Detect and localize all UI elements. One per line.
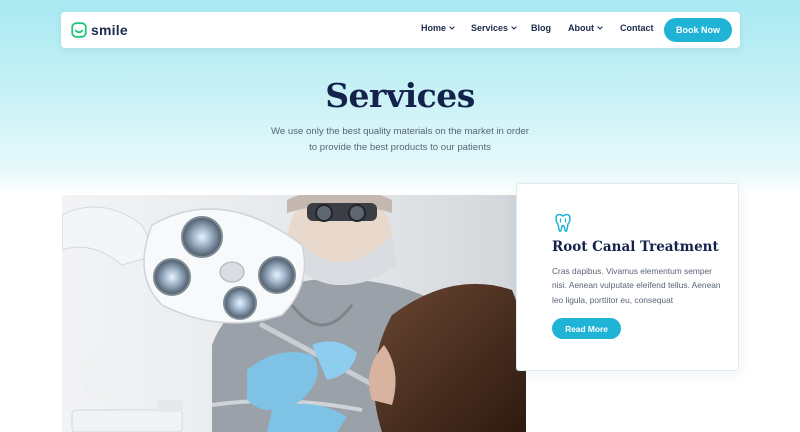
page-title: Services — [325, 76, 475, 115]
nav-label-contact: Contact — [620, 23, 654, 33]
chevron-down-icon — [511, 26, 517, 30]
chevron-down-icon — [597, 26, 603, 30]
nav-item-services[interactable]: Services — [471, 23, 517, 33]
service-description: Cras dapibus. Vivamus elementum semper n… — [552, 266, 721, 305]
subtitle-line-1: We use only the best quality materials o… — [271, 126, 529, 137]
page-subtitle: We use only the best quality materials o… — [250, 124, 550, 156]
read-more-button[interactable]: Read More — [552, 318, 621, 339]
service-title: Root Canal Treatment — [552, 239, 719, 255]
nav-item-contact[interactable]: Contact — [620, 23, 654, 33]
service-card: Root Canal Treatment Cras dapibus. Vivam… — [516, 183, 739, 371]
subtitle-line-2: to provide the best products to our pati… — [309, 142, 491, 153]
brand-logo[interactable]: smile — [71, 21, 128, 39]
smile-icon — [71, 22, 87, 38]
nav-item-blog[interactable]: Blog — [531, 23, 551, 33]
nav-label-blog: Blog — [531, 23, 551, 33]
navbar: smile Home Services Blog About Contact B… — [61, 12, 740, 48]
tooth-icon — [555, 213, 571, 232]
chevron-down-icon — [449, 26, 455, 30]
nav-label-services: Services — [471, 23, 509, 33]
nav-label-home: Home — [421, 23, 447, 33]
nav-item-about[interactable]: About — [568, 23, 603, 33]
nav-label-about: About — [568, 23, 594, 33]
dental-procedure-photo — [62, 195, 526, 432]
nav-item-home[interactable]: Home — [421, 23, 455, 33]
book-now-button[interactable]: Book Now — [664, 18, 732, 42]
brand-name: smile — [91, 22, 128, 38]
